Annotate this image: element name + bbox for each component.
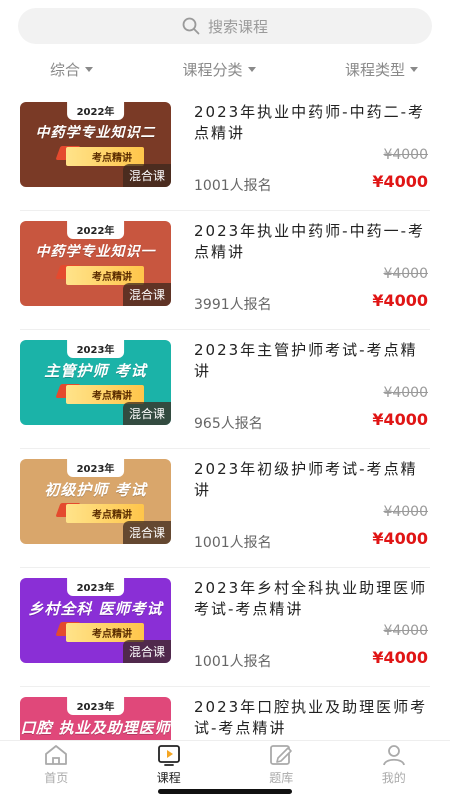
tab-question-bank-label: 题库 — [269, 771, 294, 785]
thumbnail-subject: 中药学专业知识一 — [35, 244, 156, 260]
course-title: 2023年初级护师考试-考点精讲 — [194, 460, 418, 499]
course-title: 2023年口腔执业及助理医师考试-考点精讲 — [194, 698, 428, 737]
course-thumbnail: 2023年口腔 执业及助理医师 — [20, 697, 171, 740]
filter-type[interactable]: 课程类型 — [345, 54, 418, 84]
enrolled-count: 965人报名 — [194, 416, 263, 432]
course-title: 2023年乡村全科执业助理医师考试-考点精讲 — [194, 579, 428, 618]
course-list: 2022年 中药学专业知识二 考点精讲 混合课 2023年执业中药师-中药二-考点精讲 ¥… — [0, 92, 450, 740]
search-icon — [182, 17, 200, 35]
original-price: ¥4000 — [383, 385, 428, 401]
thumbnail-year: 2022年 — [66, 102, 125, 120]
course-item[interactable]: 2023年 乡村全科 医师考试 考点精讲 混合课 2023年乡村全科执业助理医师考试-考… — [20, 568, 430, 687]
filter-sort-label: 综合 — [50, 60, 81, 79]
original-price: ¥4000 — [383, 504, 428, 520]
course-item[interactable]: 2022年 中药学专业知识一 考点精讲 混合课 2023年执业中药师-中药一-考点精讲 ¥… — [20, 211, 430, 330]
enrolled-count: 3991人报名 — [194, 297, 272, 313]
course-item[interactable]: 2023年 主管护师 考试 考点精讲 混合课 2023年主管护师考试-考点精讲 ¥4000… — [20, 330, 430, 449]
search-placeholder: 搜索课程 — [207, 17, 268, 36]
search-bar[interactable]: 搜索课程 — [18, 8, 432, 44]
course-title: 2023年主管护师考试-考点精讲 — [194, 341, 418, 380]
course-thumbnail: 2023年 乡村全科 医师考试 考点精讲 混合课 — [20, 578, 171, 663]
thumbnail-year: 2022年 — [66, 221, 125, 239]
course-title: 2023年执业中药师-中药一-考点精讲 — [194, 222, 426, 261]
course-type-tag: 混合课 — [122, 283, 171, 306]
thumbnail-subject: 口腔 执业及助理医师 — [20, 719, 171, 737]
thumbnail-year: 2023年 — [66, 340, 125, 358]
course-info: 2023年主管护师考试-考点精讲 ¥4000 965人报名 ¥4000 — [194, 340, 430, 440]
course-item[interactable]: 2023年口腔 执业及助理医师 2023年口腔执业及助理医师考试-考点精讲 — [20, 687, 430, 740]
course-thumbnail: 2023年 主管护师 考试 考点精讲 混合课 — [20, 340, 171, 425]
enrolled-count: 1001人报名 — [194, 535, 272, 551]
enrolled-count: 1001人报名 — [194, 654, 272, 670]
course-thumbnail: 2023年 初级护师 考试 考点精讲 混合课 — [20, 459, 171, 544]
edit-question-bank-icon — [270, 745, 293, 765]
course-thumbnail: 2022年 中药学专业知识一 考点精讲 混合课 — [20, 221, 171, 306]
original-price: ¥4000 — [383, 623, 428, 639]
user-icon — [382, 745, 405, 766]
course-info: 2023年初级护师考试-考点精讲 ¥4000 1001人报名 ¥4000 — [194, 459, 430, 559]
thumbnail-year: 2023年 — [66, 459, 125, 477]
thumbnail-year: 2023年 — [66, 578, 125, 596]
home-indicator — [158, 789, 292, 794]
tab-home-label: 首页 — [44, 771, 69, 785]
course-thumbnail: 2022年 中药学专业知识二 考点精讲 混合课 — [20, 102, 171, 187]
filter-sort[interactable]: 综合 — [50, 54, 94, 84]
filter-category[interactable]: 课程分类 — [182, 54, 256, 84]
enrolled-count: 1001人报名 — [194, 178, 272, 194]
course-type-tag: 混合课 — [122, 521, 171, 544]
caret-down-icon — [85, 66, 94, 72]
course-type-tag: 混合课 — [122, 402, 171, 425]
course-info: 2023年执业中药师-中药一-考点精讲 ¥4000 3991人报名 ¥4000 — [194, 221, 430, 321]
course-play-icon — [157, 745, 180, 766]
caret-down-icon — [409, 66, 418, 72]
course-info: 2023年口腔执业及助理医师考试-考点精讲 — [194, 697, 430, 740]
tab-mine-label: 我的 — [381, 771, 406, 785]
thumbnail-subject: 乡村全科 医师考试 — [28, 600, 163, 618]
original-price: ¥4000 — [383, 266, 428, 282]
course-item[interactable]: 2023年 初级护师 考试 考点精讲 混合课 2023年初级护师考试-考点精讲 ¥4000… — [20, 449, 430, 568]
filter-type-label: 课程类型 — [344, 60, 405, 79]
course-type-tag: 混合课 — [122, 640, 171, 663]
thumbnail-subject: 初级护师 考试 — [44, 481, 147, 499]
tab-mine[interactable]: 我的 — [338, 741, 450, 800]
current-price: ¥4000 — [372, 410, 428, 429]
course-info: 2023年执业中药师-中药二-考点精讲 ¥4000 1001人报名 ¥4000 — [194, 102, 430, 202]
current-price: ¥4000 — [372, 648, 428, 667]
thumbnail-subject: 中药学专业知识二 — [35, 125, 156, 141]
original-price: ¥4000 — [383, 147, 428, 163]
course-item[interactable]: 2022年 中药学专业知识二 考点精讲 混合课 2023年执业中药师-中药二-考点精讲 ¥… — [20, 92, 430, 211]
current-price: ¥4000 — [372, 529, 428, 548]
course-info: 2023年乡村全科执业助理医师考试-考点精讲 ¥4000 1001人报名 ¥4000 — [194, 578, 430, 678]
filter-category-label: 课程分类 — [182, 60, 243, 79]
course-title: 2023年执业中药师-中药二-考点精讲 — [194, 103, 426, 142]
home-icon — [45, 745, 68, 765]
thumbnail-subject: 主管护师 考试 — [44, 362, 147, 380]
current-price: ¥4000 — [372, 291, 428, 310]
caret-down-icon — [247, 66, 256, 72]
course-type-tag: 混合课 — [122, 164, 171, 187]
current-price: ¥4000 — [372, 172, 428, 191]
bottom-tab-bar: 首页 课程 题库 我的 — [0, 740, 450, 800]
tab-course-label: 课程 — [156, 771, 181, 785]
tab-home[interactable]: 首页 — [0, 741, 113, 800]
thumbnail-year: 2023年 — [66, 697, 125, 715]
filter-bar: 综合 课程分类 课程类型 — [0, 54, 450, 84]
